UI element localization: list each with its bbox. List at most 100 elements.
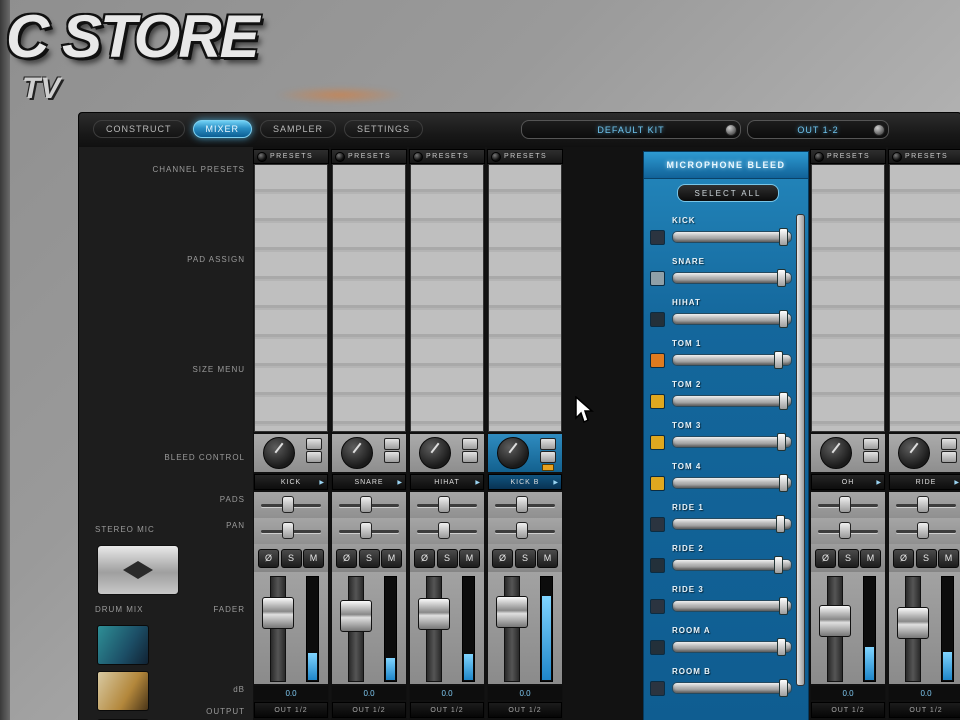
drum-mic-icon[interactable] [650, 312, 665, 327]
preset-list[interactable] [889, 164, 960, 432]
output-selector[interactable]: OUT 1/2 [811, 702, 885, 718]
output-selector[interactable]: OUT 1/2 [410, 702, 484, 718]
bleed-slider-handle[interactable] [777, 269, 786, 287]
drum-mic-icon[interactable] [650, 640, 665, 655]
mute-button[interactable]: M [537, 548, 558, 568]
tab-sampler[interactable]: SAMPLER [260, 120, 337, 138]
drum-mic-icon[interactable] [650, 394, 665, 409]
bleed-slider-handle[interactable] [779, 597, 788, 615]
fader-handle[interactable] [819, 605, 851, 637]
strip-mini-button-2[interactable] [384, 451, 400, 463]
presets-header[interactable]: PRESETS [409, 149, 485, 164]
bleed-slider-handle[interactable] [774, 556, 783, 574]
mute-button[interactable]: M [459, 548, 480, 568]
mute-button[interactable]: M [938, 548, 959, 568]
channel-name-selector[interactable]: OH ▶ [811, 474, 885, 490]
channel-name-selector[interactable]: RIDE ▶ [889, 474, 960, 490]
drum-mic-icon[interactable] [650, 476, 665, 491]
fader-handle[interactable] [340, 600, 372, 632]
presets-header[interactable]: PRESETS [253, 149, 329, 164]
mute-button[interactable]: M [381, 548, 402, 568]
bleed-slider-track[interactable] [672, 313, 792, 325]
phase-button[interactable]: Ø [893, 548, 914, 568]
drum-mic-icon[interactable] [650, 435, 665, 450]
bleed-slider-track[interactable] [672, 272, 792, 284]
channel-name-selector[interactable]: HIHAT ▶ [410, 474, 484, 490]
solo-button[interactable]: S [514, 548, 536, 568]
strip-mini-button-1[interactable] [540, 438, 556, 450]
strip-mini-button-1[interactable] [863, 438, 879, 450]
pan-slider-handle[interactable] [360, 522, 372, 539]
phase-button[interactable]: Ø [414, 548, 435, 568]
bleed-slider-handle[interactable] [779, 310, 788, 328]
pan-slider-handle[interactable] [516, 522, 528, 539]
preset-list[interactable] [811, 164, 885, 432]
output-selector[interactable]: OUT 1/2 [889, 702, 960, 718]
bleed-knob[interactable] [497, 437, 529, 469]
bleed-knob[interactable] [419, 437, 451, 469]
phase-button[interactable]: Ø [815, 548, 836, 568]
preset-list[interactable] [410, 164, 484, 432]
presets-header[interactable]: PRESETS [331, 149, 407, 164]
bleed-slider-track[interactable] [672, 436, 792, 448]
tab-mixer[interactable]: MIXER [192, 120, 253, 138]
pads-slider-handle[interactable] [360, 496, 372, 513]
mute-button[interactable]: M [303, 548, 324, 568]
drum-mic-icon[interactable] [650, 558, 665, 573]
bleed-knob[interactable] [898, 437, 930, 469]
bleed-slider-handle[interactable] [776, 515, 785, 533]
solo-button[interactable]: S [358, 548, 380, 568]
bleed-slider-track[interactable] [672, 477, 792, 489]
strip-mini-button-2[interactable] [462, 451, 478, 463]
output-dropdown[interactable]: OUT 1-2 [747, 120, 889, 139]
pads-slider-handle[interactable] [438, 496, 450, 513]
solo-button[interactable]: S [436, 548, 458, 568]
drum-mic-icon[interactable] [650, 271, 665, 286]
stereo-mic-button[interactable] [97, 545, 179, 595]
bleed-slider-handle[interactable] [779, 228, 788, 246]
phase-button[interactable]: Ø [492, 548, 513, 568]
pads-slider-handle[interactable] [917, 496, 929, 513]
bleed-knob[interactable] [820, 437, 852, 469]
fader-handle[interactable] [418, 598, 450, 630]
strip-mini-button-2[interactable] [306, 451, 322, 463]
preset-list[interactable] [254, 164, 328, 432]
channel-name-selector[interactable]: SNARE ▶ [332, 474, 406, 490]
bleed-scrollbar[interactable] [796, 214, 805, 686]
bleed-slider-track[interactable] [672, 518, 792, 530]
presets-header[interactable]: PRESETS [487, 149, 563, 164]
presets-header[interactable]: PRESETS [888, 149, 960, 164]
strip-mini-button-1[interactable] [384, 438, 400, 450]
bleed-slider-handle[interactable] [774, 351, 783, 369]
bleed-slider-handle[interactable] [779, 679, 788, 697]
output-knob-icon[interactable] [873, 124, 885, 136]
presets-header[interactable]: PRESETS [810, 149, 886, 164]
drum-mic-icon[interactable] [650, 353, 665, 368]
preset-list[interactable] [332, 164, 406, 432]
select-all-button[interactable]: SELECT ALL [677, 184, 779, 202]
preset-list[interactable] [488, 164, 562, 432]
kit-preset-dropdown[interactable]: DEFAULT KIT [521, 120, 741, 139]
bleed-slider-track[interactable] [672, 682, 792, 694]
strip-mini-button-2[interactable] [540, 451, 556, 463]
drum-mic-icon[interactable] [650, 599, 665, 614]
drum-mic-icon[interactable] [650, 517, 665, 532]
bleed-slider-handle[interactable] [779, 392, 788, 410]
strip-mini-button-2[interactable] [941, 451, 957, 463]
mix-thumbnail-1[interactable] [97, 625, 149, 665]
mix-thumbnail-2[interactable] [97, 671, 149, 711]
bleed-slider-track[interactable] [672, 395, 792, 407]
solo-button[interactable]: S [837, 548, 859, 568]
output-selector[interactable]: OUT 1/2 [488, 702, 562, 718]
pan-slider-handle[interactable] [917, 522, 929, 539]
bleed-knob[interactable] [263, 437, 295, 469]
strip-mini-button-1[interactable] [462, 438, 478, 450]
channel-name-selector[interactable]: KICK B ▶ [488, 474, 562, 490]
bleed-slider-handle[interactable] [777, 433, 786, 451]
bleed-slider-handle[interactable] [779, 474, 788, 492]
pads-slider-handle[interactable] [282, 496, 294, 513]
output-selector[interactable]: OUT 1/2 [332, 702, 406, 718]
strip-mini-button-1[interactable] [306, 438, 322, 450]
pads-slider-handle[interactable] [839, 496, 851, 513]
drum-mic-icon[interactable] [650, 681, 665, 696]
